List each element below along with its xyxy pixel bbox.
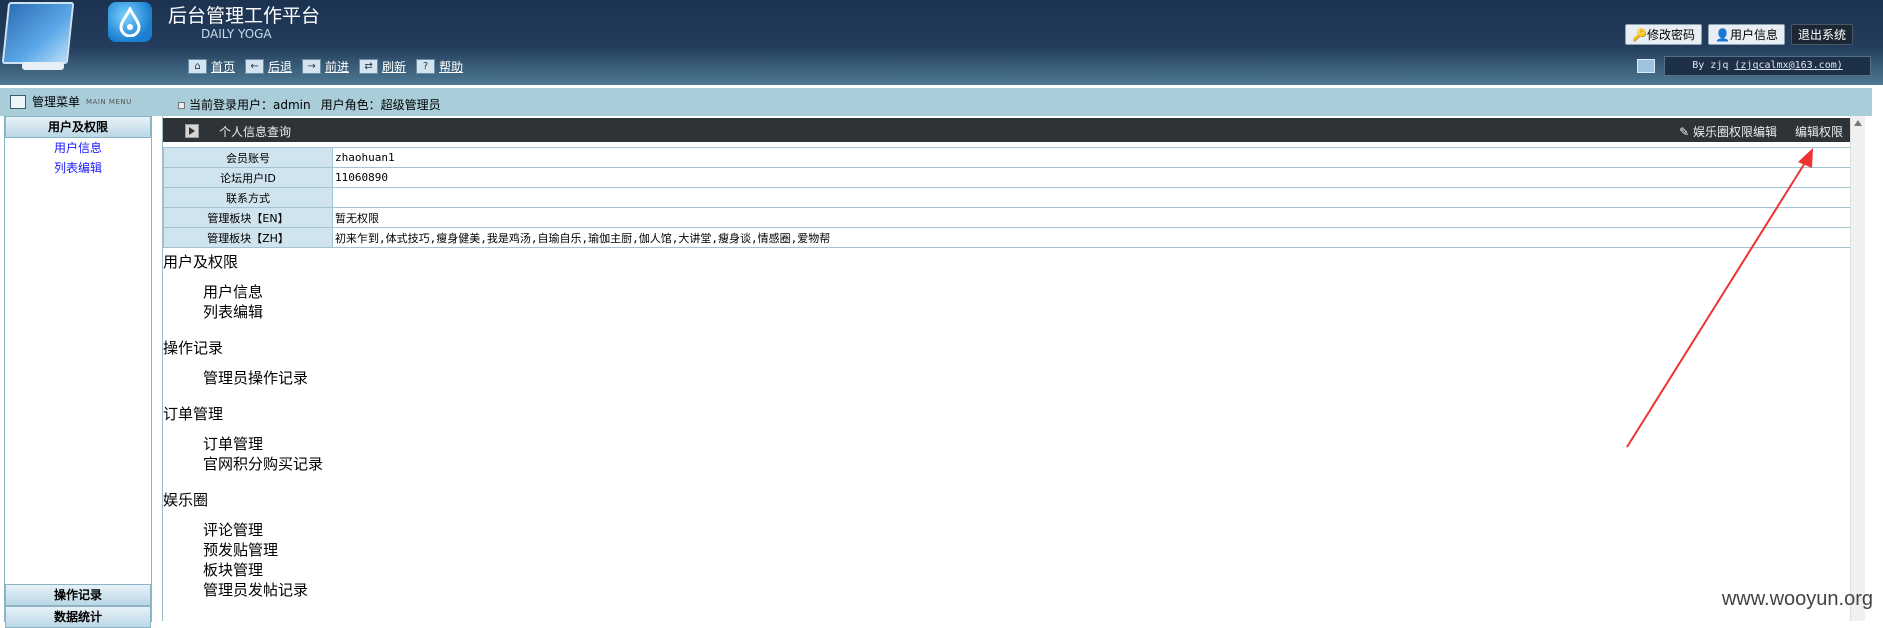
tree-item[interactable]: 官网积分购买记录 (163, 454, 323, 474)
forward-arrow-icon: → (302, 59, 322, 74)
row-label: 管理板块【EN】 (163, 207, 333, 228)
menu-subtitle: MAIN MENU (86, 97, 132, 106)
row-label: 会员账号 (163, 147, 333, 168)
row-label: 管理板块【ZH】 (163, 227, 333, 248)
permission-tree: 用户及权限 用户信息 列表编辑 操作记录 管理员操作记录 订单管理 订单管理 官… (163, 252, 323, 600)
row-value: 暂无权限 (332, 207, 1856, 228)
nav-help-label: 帮助 (439, 60, 464, 74)
tree-section: 用户及权限 用户信息 列表编辑 (163, 252, 323, 322)
nav-home[interactable]: ⌂ 首页 (188, 58, 235, 75)
monitor-stand-icon (22, 62, 64, 70)
panel-actions: ✎ 娱乐圈权限编辑 编辑权限 (1679, 123, 1843, 140)
play-icon (185, 124, 199, 138)
nav-forward[interactable]: → 前进 (302, 58, 349, 75)
tree-item[interactable]: 预发贴管理 (163, 540, 323, 560)
tree-item[interactable]: 板块管理 (163, 560, 323, 580)
table-row: 会员账号 zhaohuan1 (163, 147, 1856, 168)
app-title: 后台管理工作平台 (168, 5, 321, 27)
login-user-text: 当前登录用户：admin (189, 98, 311, 112)
row-label: 联系方式 (163, 187, 333, 208)
tree-item[interactable]: 管理员发帖记录 (163, 580, 323, 600)
row-label: 论坛用户ID (163, 167, 333, 188)
row-value: 11060890 (332, 167, 1856, 188)
nav-help[interactable]: ? 帮助 (416, 58, 463, 75)
row-value (332, 187, 1856, 208)
change-password-label: 修改密码 (1647, 28, 1696, 42)
tree-section-title: 娱乐圈 (163, 491, 209, 509)
row-value: 初来乍到,体式技巧,瘦身健美,我是鸡汤,自瑜自乐,瑜伽主厨,伽人馆,大讲堂,瘦身… (332, 227, 1856, 248)
vertical-scrollbar[interactable] (1850, 116, 1865, 621)
nav-toolbar: ⌂ 首页 ← 后退 → 前进 ⇄ 刷新 ? 帮助 (188, 58, 469, 75)
tree-item[interactable]: 管理员操作记录 (163, 368, 323, 388)
login-info: 当前登录用户：admin 用户角色：超级管理员 (178, 96, 441, 113)
app-subtitle: DAILY YOGA (201, 27, 272, 41)
table-row: 论坛用户ID 11060890 (163, 167, 1856, 188)
byline-email-link[interactable]: (zjqcalmx@163.com) (1734, 60, 1842, 71)
user-info-label: 用户信息 (1729, 28, 1778, 42)
main-panel: 个人信息查询 ✎ 娱乐圈权限编辑 编辑权限 会员账号 zhaohuan1 论坛用户… (162, 116, 1865, 621)
nav-forward-label: 前进 (325, 60, 350, 74)
logout-button[interactable]: 退出系统 (1790, 24, 1853, 45)
edit-permission-link[interactable]: 编辑权限 (1795, 123, 1843, 140)
table-row: 管理板块【EN】 暂无权限 (163, 207, 1856, 228)
sidebar-group-ops[interactable]: 操作记录 (5, 584, 151, 606)
scroll-up-arrow-icon[interactable] (1854, 120, 1862, 126)
home-icon: ⌂ (188, 59, 207, 74)
byline-prefix: By zjq (1692, 60, 1729, 71)
app-header: 后台管理工作平台 DAILY YOGA 🔑修改密码 👤用户信息 退出系统 ⌂ 首页… (0, 0, 1883, 85)
row-value: zhaohuan1 (332, 147, 1856, 168)
sidebar-group-stats[interactable]: 数据统计 (5, 606, 151, 628)
user-role: 用户角色：超级管理员 (320, 98, 441, 112)
watermark: www.wooyun.org (1721, 588, 1873, 610)
login-user: 当前登录用户：admin (178, 96, 311, 113)
bullet-icon (178, 102, 185, 109)
sidebar-bottom-groups: 操作记录 数据统计 (5, 584, 151, 628)
sidebar: 用户及权限 用户信息 列表编辑 操作记录 数据统计 (4, 116, 152, 628)
menu-icon (10, 94, 26, 109)
tree-section: 操作记录 管理员操作记录 (163, 338, 323, 388)
nav-back-label: 后退 (268, 60, 293, 74)
refresh-icon: ⇄ (359, 59, 379, 74)
back-arrow-icon: ← (245, 59, 265, 74)
tree-section: 娱乐圈 评论管理 预发贴管理 板块管理 管理员发帖记录 (163, 490, 323, 600)
nav-refresh[interactable]: ⇄ 刷新 (359, 58, 406, 75)
sidebar-item-user-info[interactable]: 用户信息 (5, 138, 151, 158)
panel-header: 个人信息查询 ✎ 娱乐圈权限编辑 编辑权限 (163, 118, 1855, 142)
table-row: 管理板块【ZH】 初来乍到,体式技巧,瘦身健美,我是鸡汤,自瑜自乐,瑜伽主厨,伽人… (163, 227, 1856, 248)
user-info-button[interactable]: 👤用户信息 (1708, 24, 1785, 45)
byline-box: By zjq (zjqcalmx@163.com) (1664, 56, 1871, 76)
screen-icon (1637, 59, 1655, 73)
help-icon: ? (416, 59, 436, 74)
tree-section-title: 用户及权限 (163, 253, 239, 271)
user-info-table: 会员账号 zhaohuan1 论坛用户ID 11060890 联系方式 管理板块【E… (163, 147, 1856, 248)
tree-section-title: 订单管理 (163, 405, 224, 423)
menu-title-box: 管理菜单 MAIN MENU (10, 93, 132, 110)
nav-refresh-label: 刷新 (382, 60, 407, 74)
yule-permission-edit-link[interactable]: ✎ 娱乐圈权限编辑 (1679, 123, 1777, 140)
yoga-logo-icon (108, 2, 152, 42)
change-password-button[interactable]: 🔑修改密码 (1625, 24, 1703, 45)
sidebar-group-users[interactable]: 用户及权限 (5, 116, 151, 138)
tree-section: 订单管理 订单管理 官网积分购买记录 (163, 404, 323, 474)
sidebar-item-list-edit[interactable]: 列表编辑 (5, 158, 151, 178)
table-row: 联系方式 (163, 187, 1856, 208)
tree-item[interactable]: 用户信息 (163, 282, 323, 302)
tree-item[interactable]: 评论管理 (163, 520, 323, 540)
menu-title: 管理菜单 (32, 95, 81, 109)
nav-home-label: 首页 (211, 60, 236, 74)
tree-item[interactable]: 列表编辑 (163, 302, 323, 322)
top-actions: 🔑修改密码 👤用户信息 退出系统 (1625, 24, 1853, 45)
yule-permission-edit-label: 娱乐圈权限编辑 (1692, 125, 1777, 139)
nav-back[interactable]: ← 后退 (245, 58, 292, 75)
tree-section-title: 操作记录 (163, 339, 224, 357)
info-bar: 管理菜单 MAIN MENU 当前登录用户：admin 用户角色：超级管理员 (0, 88, 1872, 116)
monitor-logo-icon (1, 2, 75, 64)
panel-title: 个人信息查询 (219, 125, 292, 139)
tree-item[interactable]: 订单管理 (163, 434, 323, 454)
